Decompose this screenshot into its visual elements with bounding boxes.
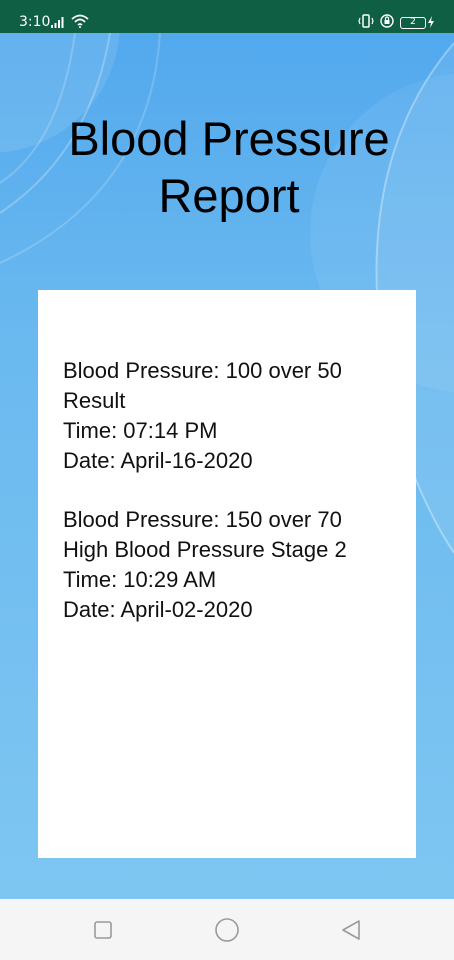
report-card: Blood Pressure: 100 over 50 Result Time:… xyxy=(38,290,416,858)
square-icon xyxy=(94,921,112,939)
vibrate-icon xyxy=(358,13,374,32)
entry-pressure: Blood Pressure: 100 over 50 xyxy=(63,358,342,383)
entry-time: Time: 10:29 AM xyxy=(63,567,217,592)
entry-time: Time: 07:14 PM xyxy=(63,418,218,443)
circle-icon xyxy=(215,918,239,942)
battery-icon: 2 xyxy=(400,16,426,29)
charging-icon xyxy=(428,13,434,32)
battery-level: 2 xyxy=(410,17,416,27)
status-left-icons xyxy=(51,13,89,32)
lock-rotation-icon xyxy=(380,13,394,32)
entry-pressure: Blood Pressure: 150 over 70 xyxy=(63,507,342,532)
entry-result: Result xyxy=(63,388,126,413)
wifi-icon xyxy=(71,13,89,32)
battery-indicator: 2 xyxy=(400,13,434,32)
report-entries: Blood Pressure: 100 over 50 Result Time:… xyxy=(63,356,406,654)
entry-date: Date: April-02-2020 xyxy=(63,597,253,622)
back-triangle-icon xyxy=(342,920,360,940)
status-time: 3:10 xyxy=(19,14,51,30)
signal-icon xyxy=(51,13,65,32)
status-right-icons: 2 xyxy=(358,13,434,32)
entry-result: High Blood Pressure Stage 2 xyxy=(63,537,347,562)
recents-button[interactable] xyxy=(90,917,116,943)
entry-date: Date: April-16-2020 xyxy=(63,448,253,473)
page-title: Blood Pressure Report xyxy=(68,112,390,222)
report-entry: Blood Pressure: 150 over 70 High Blood P… xyxy=(63,505,406,625)
status-bar: 3:10 2 xyxy=(0,0,454,33)
home-button[interactable] xyxy=(214,917,240,943)
navigation-bar xyxy=(0,899,454,960)
report-entry: Blood Pressure: 100 over 50 Result Time:… xyxy=(63,356,406,476)
back-button[interactable] xyxy=(338,917,364,943)
